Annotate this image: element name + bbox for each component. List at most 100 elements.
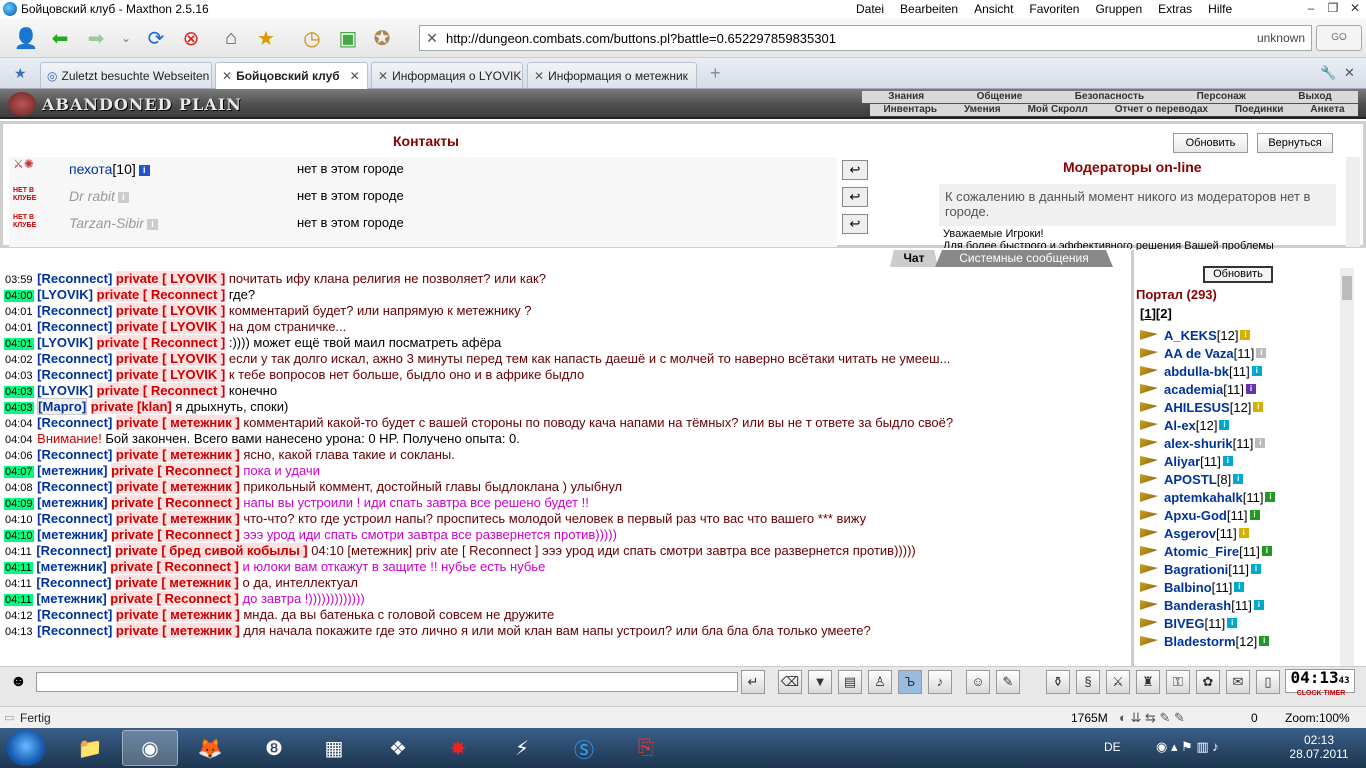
private-whisper-icon[interactable]	[1140, 400, 1160, 414]
refresh-icon[interactable]: ⟳	[142, 24, 170, 52]
player-row[interactable]: aptemkahalk [11] i	[1140, 488, 1276, 506]
sender-nick[interactable]: [Reconnect]	[37, 447, 112, 462]
private-message-button[interactable]: ↩	[842, 187, 868, 207]
sender-nick[interactable]: [Марго]	[37, 398, 88, 415]
player-name[interactable]: alex-shurik	[1164, 436, 1233, 451]
message-time[interactable]: 04:12	[4, 610, 34, 622]
private-recipient[interactable]: private [ Reconnect ]	[110, 591, 239, 606]
sender-nick[interactable]: [LYOVIK]	[37, 335, 93, 350]
skype-icon[interactable]: Ⓢ	[556, 730, 612, 766]
info-icon[interactable]: i	[1259, 636, 1270, 646]
menu-favoriten[interactable]: Favoriten	[1021, 0, 1087, 18]
player-row[interactable]: APOSTL [8] i	[1140, 470, 1244, 488]
private-recipient[interactable]: private [ бред сивой кобылы ]	[115, 543, 308, 558]
chat-input[interactable]	[36, 672, 738, 692]
bag-icon[interactable]: ⚱	[1046, 670, 1070, 694]
info-icon[interactable]: i	[1219, 420, 1230, 430]
new-tab-button[interactable]: +	[710, 63, 721, 84]
refresh-contacts-button[interactable]: Обновить	[1173, 133, 1248, 153]
pdf-icon[interactable]: ⎘	[618, 730, 674, 766]
tab-chat[interactable]: Чат	[890, 250, 938, 267]
menu-hilfe[interactable]: Hilfe	[1200, 0, 1240, 18]
info-icon[interactable]: i	[1245, 384, 1256, 394]
person-icon[interactable]: ♙	[868, 670, 892, 694]
private-recipient[interactable]: private [ метежник ]	[115, 607, 240, 622]
contact-name[interactable]: Tarzan-Sibir i	[69, 215, 158, 231]
favorites-star-icon[interactable]: ★	[14, 65, 27, 82]
clock-icon[interactable]: ◷	[298, 24, 326, 52]
info-icon[interactable]: i	[146, 219, 158, 230]
private-whisper-icon[interactable]	[1140, 508, 1160, 522]
private-recipient[interactable]: private [ Reconnect ]	[96, 287, 226, 302]
app-8-icon[interactable]: ❽	[246, 730, 302, 766]
back-arrow-icon[interactable]: ⬅	[46, 24, 74, 52]
zoom-level[interactable]: Zoom:100%	[1285, 711, 1350, 725]
info-icon[interactable]: i	[1256, 348, 1267, 358]
calculator-icon[interactable]: ▦	[306, 730, 362, 766]
private-whisper-icon[interactable]	[1140, 436, 1160, 450]
private-recipient[interactable]: private [ Reconnect ]	[111, 495, 240, 510]
private-recipient[interactable]: private [ LYOVIK ]	[115, 319, 226, 334]
tab-info-lyovik[interactable]: ✕ Информация о LYOVIK	[371, 62, 523, 88]
private-whisper-icon[interactable]	[1140, 562, 1160, 576]
message-time[interactable]: 04:04	[4, 434, 34, 446]
close-tab-icon[interactable]: ✕	[350, 69, 360, 83]
contact-name[interactable]: Dr rabit i	[69, 188, 129, 204]
info-icon[interactable]: i	[1251, 564, 1262, 574]
sender-nick[interactable]: [Reconnect]	[37, 511, 112, 526]
lock-icon[interactable]: ⚿	[1166, 670, 1190, 694]
info-icon[interactable]: i	[1222, 456, 1233, 466]
filter-icon[interactable]: ▼	[808, 670, 832, 694]
page-2-link[interactable]: 2	[1160, 306, 1167, 321]
message-time[interactable]: 04:09	[4, 498, 34, 510]
player-name[interactable]: academia	[1164, 382, 1223, 397]
sender-nick[interactable]: [Reconnect]	[37, 623, 112, 638]
player-name[interactable]: Balbino	[1164, 580, 1212, 595]
info-icon[interactable]: i	[1238, 528, 1249, 538]
security-status[interactable]: unknown	[1257, 31, 1305, 45]
message-time[interactable]: 04:03	[4, 370, 34, 382]
player-name[interactable]: A_KEKS	[1164, 328, 1217, 343]
sender-nick[interactable]: [Reconnect]	[37, 415, 112, 430]
info-icon[interactable]: i	[1234, 582, 1245, 592]
send-icon[interactable]: ↵	[741, 670, 765, 694]
player-row[interactable]: Al-ex [12] i	[1140, 416, 1230, 434]
nav-inventory[interactable]: Инвентарь	[883, 104, 937, 116]
sender-nick[interactable]: [Reconnect]	[37, 351, 112, 366]
message-time[interactable]: 04:07	[4, 466, 34, 478]
favorites-icon[interactable]: ★	[252, 24, 280, 52]
private-recipient[interactable]: private [ метежник ]	[115, 511, 240, 526]
player-row[interactable]: AA de Vaza [11] i	[1140, 344, 1267, 362]
player-name[interactable]: Bladestorm	[1164, 634, 1236, 649]
nav-profile[interactable]: Анкета	[1310, 104, 1344, 116]
home-icon[interactable]: ⌂	[217, 24, 245, 52]
player-name[interactable]: Banderash	[1164, 598, 1231, 613]
contact-row[interactable]: ⚔✺ пехота[10] i нет в этом городе	[9, 157, 837, 184]
close-icon[interactable]: ✕	[1344, 0, 1366, 18]
info-icon[interactable]: i	[1251, 366, 1262, 376]
menu-gruppen[interactable]: Gruppen	[1087, 0, 1150, 18]
player-name[interactable]: AA de Vaza	[1164, 346, 1234, 361]
player-row[interactable]: Balbino [11] i	[1140, 578, 1245, 596]
player-row[interactable]: Asgerov [11] i	[1140, 524, 1249, 542]
info-icon[interactable]: i	[1253, 600, 1264, 610]
tab-recent[interactable]: ◎ Zuletzt besuchte Webseiten	[40, 62, 212, 88]
sender-nick[interactable]: [Reconnect]	[37, 271, 112, 286]
splat-app-icon[interactable]: ✸	[430, 730, 486, 766]
private-recipient[interactable]: private [ LYOVIK ]	[115, 367, 226, 382]
private-whisper-icon[interactable]	[1140, 490, 1160, 504]
maxthon-taskbar-icon[interactable]: ◉	[122, 730, 178, 766]
blocked-count[interactable]: 0	[1251, 711, 1258, 725]
nav-fights[interactable]: Поединки	[1235, 104, 1284, 116]
private-recipient[interactable]: private [ Reconnect ]	[111, 527, 240, 542]
system-clock[interactable]: 02:13 28.07.2011	[1284, 733, 1354, 761]
menu-bearbeiten[interactable]: Bearbeiten	[892, 0, 966, 18]
wrench-icon[interactable]: 🔧	[1320, 65, 1336, 81]
private-message-button[interactable]: ↩	[842, 214, 868, 234]
message-time[interactable]: 04:08	[4, 482, 34, 494]
player-row[interactable]: Atomic_Fire [11] i	[1140, 542, 1272, 560]
back-button[interactable]: Вернуться	[1257, 133, 1333, 153]
eraser-icon[interactable]: ⌫	[778, 670, 802, 694]
sender-nick[interactable]: [LYOVIK]	[37, 383, 93, 398]
emote-icon[interactable]: ✎	[996, 670, 1020, 694]
